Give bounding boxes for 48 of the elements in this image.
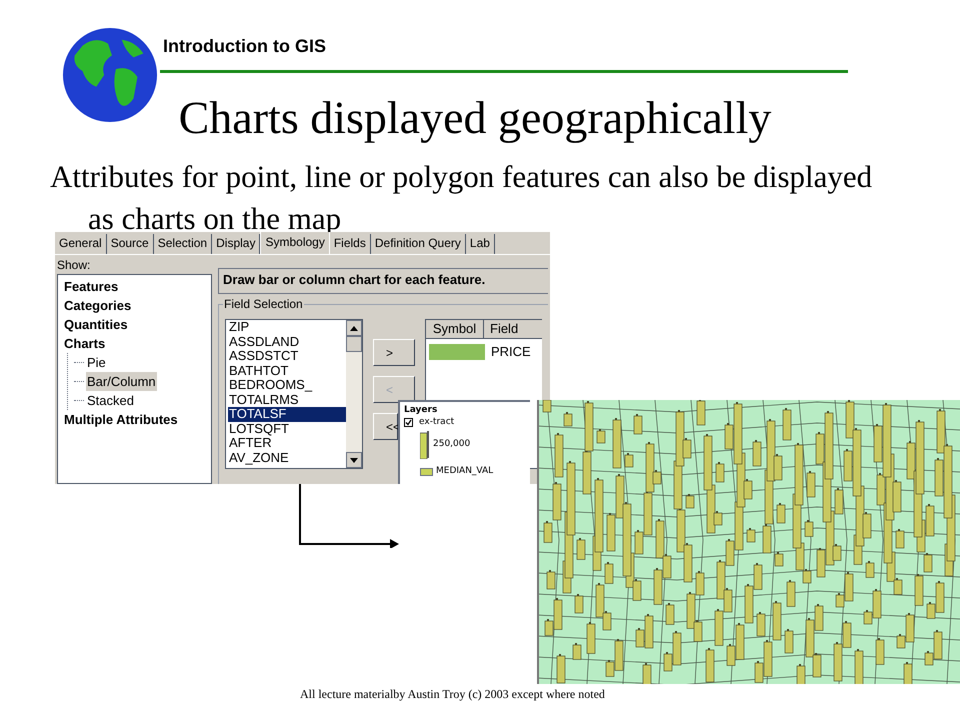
tree-item[interactable]: Charts xyxy=(63,334,106,353)
footer-text: All lecture materialby Austin Troy (c) 2003 except where noted xyxy=(300,686,605,703)
slide-title: Charts displayed geographically xyxy=(178,91,772,145)
field-label: MEDIAN_VAL xyxy=(436,465,494,478)
field-item[interactable]: TOTALSF xyxy=(228,407,346,422)
group-label: Field Selection xyxy=(223,297,304,311)
field-item[interactable]: ASSDLAND xyxy=(228,334,346,349)
column-header: Symbol xyxy=(426,320,484,339)
scroll-up-icon[interactable] xyxy=(346,320,362,336)
scrollbar[interactable] xyxy=(346,320,362,468)
legend-title: Layers xyxy=(404,404,438,416)
table-cell-text: PRICE xyxy=(491,343,531,361)
tree-item[interactable]: Categories xyxy=(63,296,132,315)
show-label: Show: xyxy=(57,258,92,272)
course-label: Introduction to GIS xyxy=(163,35,326,58)
tab[interactable]: Selection xyxy=(154,234,212,254)
tree-item[interactable]: Bar/Column xyxy=(86,372,157,391)
tree-item[interactable]: Multiple Attributes xyxy=(63,410,179,429)
field-item[interactable]: AFTER xyxy=(228,436,346,450)
tab[interactable]: Lab xyxy=(466,234,495,254)
tab[interactable]: General xyxy=(55,234,107,254)
field-item[interactable]: BEDROOMS_ xyxy=(228,378,346,392)
tab[interactable]: Symbology xyxy=(260,232,330,254)
bar-symbol-icon xyxy=(420,431,429,459)
scroll-down-icon[interactable] xyxy=(346,452,362,468)
size-label: 250,000 xyxy=(433,438,470,452)
field-item[interactable]: TOTALRMS xyxy=(228,392,346,407)
field-item[interactable]: AV_ZONE xyxy=(228,450,346,465)
field-item[interactable]: BATHTOT xyxy=(228,364,346,378)
description-text: Draw bar or column chart for each feature. xyxy=(218,268,548,294)
check-icon xyxy=(405,418,412,426)
tree-item[interactable]: Pie xyxy=(86,353,107,372)
checkbox[interactable] xyxy=(404,418,413,426)
tree-item[interactable]: Stacked xyxy=(86,391,135,410)
color-swatch xyxy=(420,468,433,476)
scroll-thumb[interactable] xyxy=(346,336,362,352)
column-header: Field xyxy=(484,320,542,339)
tab[interactable]: Fields xyxy=(330,234,371,254)
tree-item[interactable]: Features xyxy=(63,277,120,296)
field-item[interactable]: ASSDSTCT xyxy=(228,349,346,364)
tab[interactable]: Definition Query xyxy=(370,234,466,254)
field-item[interactable]: ZIP xyxy=(228,320,346,334)
move-button[interactable]: > xyxy=(373,339,415,366)
field-item[interactable]: LOTSQFT xyxy=(228,422,346,436)
tree-item[interactable]: Quantities xyxy=(63,315,129,334)
tab[interactable]: Source xyxy=(106,234,154,254)
layer-name: ex-tract xyxy=(419,416,454,428)
globe-icon xyxy=(60,26,160,124)
